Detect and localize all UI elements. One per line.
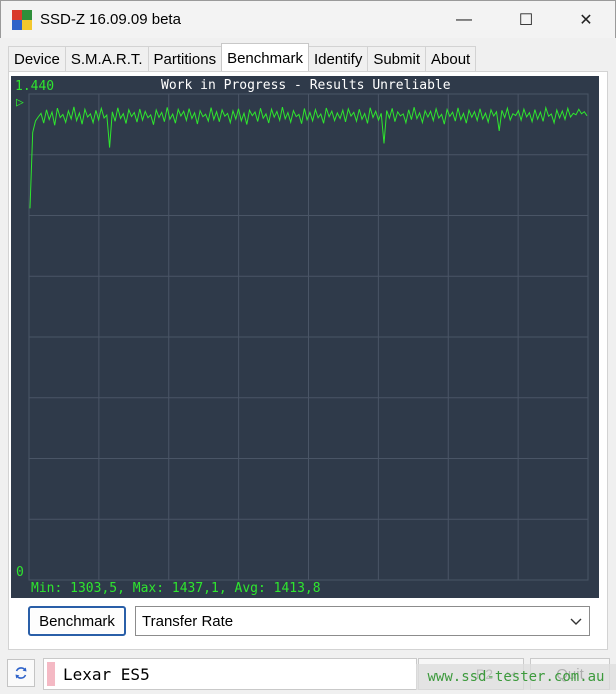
watermark: www.ssd-tester.com.au (416, 664, 616, 690)
chart-title: Work in Progress - Results Unreliable (161, 78, 451, 93)
drive-name-field: Lexar ES5 (43, 658, 417, 690)
chart-stats: Min: 1303,5, Max: 1437,1, Avg: 1413,8 (31, 581, 321, 596)
bottom-bar: Lexar ES5 P2 Quit www.ssd-tester.com.au (0, 654, 616, 694)
tab-submit[interactable]: Submit (367, 46, 427, 72)
chart-grid (28, 93, 589, 581)
tab-partitions[interactable]: Partitions (147, 46, 223, 72)
benchmark-mode-select[interactable]: Transfer Rate (135, 606, 590, 636)
tab-benchmark[interactable]: Benchmark (221, 43, 309, 73)
tab-identify[interactable]: Identify (307, 46, 369, 72)
app-icon-yellow-quadrant (22, 20, 32, 30)
app-icon-green-quadrant (22, 10, 32, 20)
maximize-button[interactable]: ☐ (503, 1, 549, 39)
app-icon (12, 10, 32, 30)
benchmark-panel: 1.440 ▷ Work in Progress - Results Unrel… (8, 71, 608, 650)
minimize-button[interactable]: — (441, 1, 487, 39)
tab-device[interactable]: Device (8, 46, 66, 72)
tab-about[interactable]: About (425, 46, 477, 72)
benchmark-mode-value: Transfer Rate (142, 612, 234, 630)
title-bar: SSD-Z 16.09.09 beta — ☐ ✕ (0, 0, 616, 38)
y-axis-min-label: 0 (16, 565, 24, 580)
app-icon-red-quadrant (12, 10, 22, 20)
tab-strip: Device S.M.A.R.T. Partitions Benchmark I… (8, 43, 477, 73)
app-icon-blue-quadrant (12, 20, 22, 30)
benchmark-button[interactable]: Benchmark (28, 606, 126, 636)
refresh-icon (15, 667, 27, 679)
tab-smart[interactable]: S.M.A.R.T. (64, 46, 149, 72)
start-marker-icon: ▷ (16, 95, 24, 110)
drive-color-swatch (47, 662, 55, 686)
window-title: SSD-Z 16.09.09 beta (40, 11, 181, 28)
benchmark-chart-svg: 1.440 ▷ Work in Progress - Results Unrel… (15, 78, 589, 596)
benchmark-chart: 1.440 ▷ Work in Progress - Results Unrel… (11, 76, 599, 598)
y-axis-max-label: 1.440 (15, 79, 54, 94)
chevron-down-icon (570, 618, 582, 625)
drive-name: Lexar ES5 (63, 664, 150, 684)
close-button[interactable]: ✕ (563, 1, 609, 39)
refresh-button[interactable] (7, 659, 35, 687)
